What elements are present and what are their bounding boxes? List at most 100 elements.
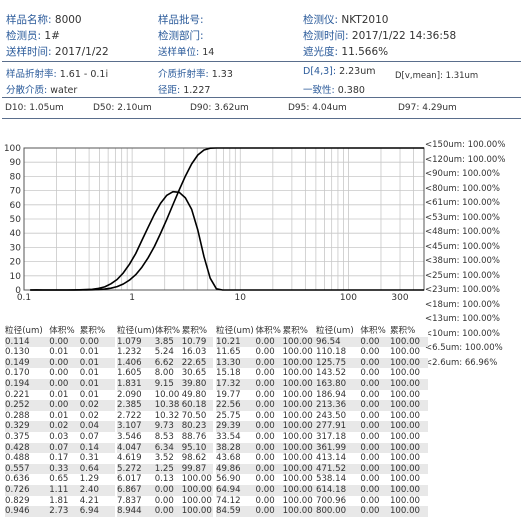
table-row: 25.75 0.00 100.00 [216,411,318,422]
table-row: 10.21 0.00 100.00 [216,336,318,348]
table-cell: 0.636 [5,474,30,485]
legend-item: <48um: 100.00% [425,227,500,237]
sample-ri-label: 样品折射率: [6,69,57,80]
table-cell: 100.00 [282,357,318,369]
table-cell: 0.00 [360,421,390,432]
table-cell: 39.80 [181,378,213,390]
table-row: 538.14 0.00 100.00 [316,474,428,485]
table-cell: 7.837 [117,495,142,506]
d50-label: D50: [93,103,115,113]
table-cell: 700.96 [316,495,347,506]
table-header-cell: 体积% [49,326,80,337]
table-cell: 0.00 [360,453,380,464]
table-row: 700.96 0.00 100.00 [316,496,428,507]
table-row: 11.65 0.00 100.00 [216,347,318,358]
table-cell: 0.00 [360,495,380,506]
table-cell: 100.00 [389,336,428,348]
table-cell: 0.00 [255,410,275,421]
table-cell: 100.00 [282,431,313,442]
table-cell: 0.01 [49,389,69,400]
batch-field: 样品批号: [158,12,204,27]
table-cell: 16.03 [181,347,207,358]
table-cell: 100.00 [282,506,318,517]
legend-item: <13um: 100.00% [425,314,500,324]
table-cell: 15.18 [216,368,241,379]
table-row: 1.605 8.00 30.65 [117,368,213,379]
legend-item: <38um: 100.00% [425,256,500,266]
table-row: 0.114 0.00 0.00 [5,336,115,348]
table-cell: 1.11 [49,484,80,496]
table-cell: 6.62 [154,357,182,369]
table-cell: 0.00 [360,484,390,496]
table-cell: 0.07 [49,442,80,454]
left-tick-label: 10 [10,272,22,282]
table-cell: 29.39 [216,421,256,432]
table-cell: 1.079 [117,336,155,348]
table-cell: 2.385 [117,400,155,411]
table-cell: 1.831 [117,378,155,390]
table-row: 84.59 0.00 100.00 [216,506,318,517]
dispersant-field: 分散介质: water [6,82,77,96]
table-cell: 100.00 [389,400,428,411]
table-row: 13.30 0.00 100.00 [216,357,318,369]
table-cell: 0.00 [360,442,390,454]
table-cell: 5.24 [154,347,174,358]
table-row: 1.079 3.85 10.79 [117,336,213,348]
table-row: 163.80 0.00 100.00 [316,378,428,390]
dept-label: 检测部门: [158,30,204,42]
legend-item: <2.6um: 66.96% [425,357,498,368]
instrument-label: 检测仪: [303,14,339,26]
table-cell: 0.00 [255,431,275,442]
table-cell: 74.12 [216,495,241,506]
left-tick-label: 90 [10,158,22,168]
table-cell: 0.149 [5,357,50,369]
uniformity-field: 一致性: 0.380 [303,82,365,96]
sample-ri-value: 1.61 - 0.1i [59,69,109,80]
table-cell: 0.01 [79,378,115,390]
table-cell: 538.14 [316,474,347,485]
table-cell: 0.00 [360,347,380,358]
table-cell: 8.53 [154,431,174,442]
left-tick-label: 80 [10,172,22,182]
d10-value: 1.05um [29,103,64,113]
table-cell: 64.94 [216,484,256,496]
table-row: 0.375 0.03 0.07 [5,432,115,443]
table-cell: 0.00 [360,410,380,421]
table-row: 317.18 0.00 100.00 [316,432,428,443]
table-cell: 100.00 [389,484,428,496]
dept-field: 检测部门: [158,28,204,43]
table-cell: 0.13 [154,474,174,485]
table-cell: 88.76 [181,431,207,442]
table-row: 3.546 8.53 88.76 [117,432,213,443]
x-tick-label: 100 [340,293,357,303]
divider [2,61,521,62]
chart-area: 01020304050607080901000.11101003001.534.… [0,140,452,309]
table-cell: 100.00 [282,463,318,475]
table-row: 6.017 0.13 100.00 [117,474,213,485]
table-cell: 0.130 [5,347,30,358]
table-cell: 1.25 [154,463,182,475]
table-cell: 0.00 [255,389,275,400]
table-cell: 0.00 [360,431,380,442]
table-cell: 0.288 [5,410,30,421]
table-cell: 4.047 [117,442,155,454]
table-cell: 0.00 [360,357,390,369]
table-cell: 100.00 [389,389,421,400]
table-cell: 11.65 [216,347,241,358]
table-cell: 0.375 [5,431,30,442]
size-table-2: 粒径(um) 体积% 累积% 1.079 3.85 10.79 1.232 5.24 16.03… [117,326,213,517]
table-row: 0.636 0.65 1.29 [5,474,115,485]
table-cell: 22.56 [216,400,256,411]
table-cell: 0.00 [154,484,182,496]
table-cell: 100.00 [282,347,313,358]
table-row: 4.619 3.52 98.62 [117,453,213,464]
sample-name-value: 8000 [54,14,82,26]
table-cell: 0.00 [360,506,390,517]
table-cell: 2.73 [49,506,80,517]
table-cell: 100.00 [389,410,421,421]
d43-value: 2.23um [339,66,376,77]
table-row: 8.944 0.00 100.00 [117,506,213,517]
dispersant-label: 分散介质: [6,85,48,96]
table-cell: 0.00 [49,368,69,379]
medium-ri-value: 1.33 [211,69,233,80]
